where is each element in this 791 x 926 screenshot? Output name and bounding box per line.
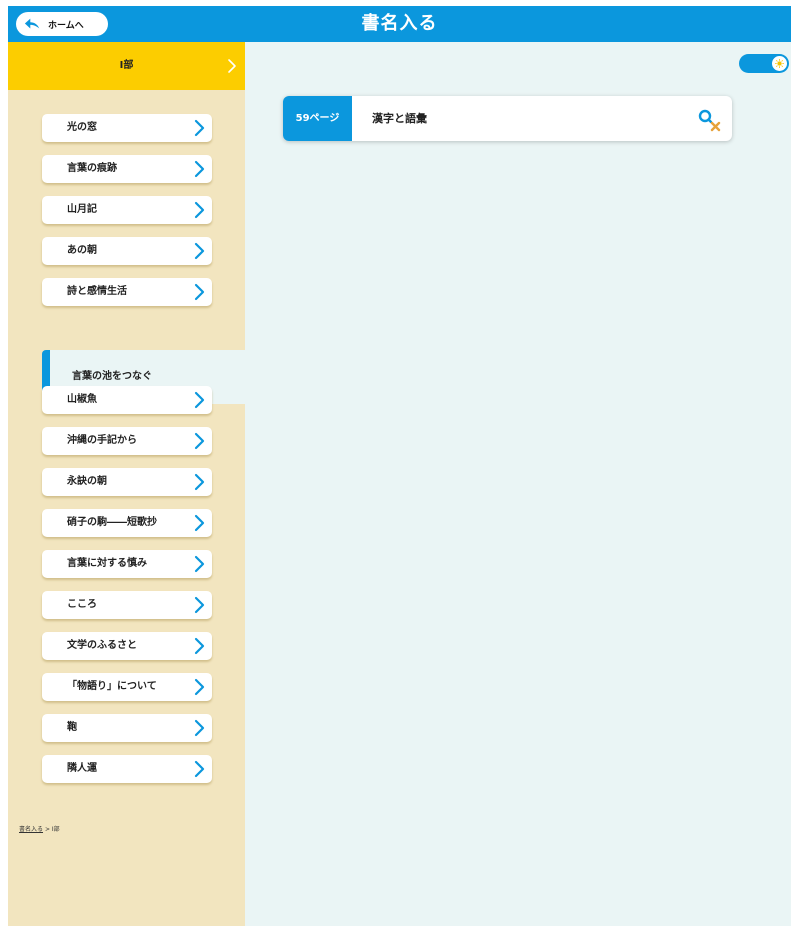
sidebar-item-kaban[interactable]: 鞄 <box>42 714 212 742</box>
search-x-icon[interactable] <box>696 107 722 133</box>
chevron-right-icon <box>194 719 205 737</box>
sidebar-item-label: 硝子の駒――短歌抄 <box>67 517 157 528</box>
sidebar-item-label: 光の窓 <box>67 122 97 133</box>
page-card-kanji-to-goi[interactable]: 59ページ 漢字と語彙 <box>283 96 732 141</box>
app-frame: ホームへ 書名入る Ⅰ部 光の窓 言葉の痕跡 山月記 あの朝 詩と感情生活 言葉… <box>8 6 791 926</box>
breadcrumb-separator: > <box>44 826 50 833</box>
sidebar-item-monogatari-ni-tsuite[interactable]: 「物語り」について <box>42 673 212 701</box>
chevron-right-icon <box>194 432 205 450</box>
part-label: Ⅰ部 <box>119 60 134 71</box>
chevron-right-icon <box>194 242 205 260</box>
chevron-right-icon <box>194 760 205 778</box>
page-title: 書名入る <box>361 13 438 34</box>
chevron-right-icon <box>194 119 205 137</box>
chevron-right-icon <box>228 59 236 73</box>
chevron-right-icon <box>194 283 205 301</box>
sidebar-item-label: こころ <box>67 599 97 610</box>
sidebar-item-label: 鞄 <box>67 722 77 733</box>
sidebar-item-label: 隣人運 <box>67 763 97 774</box>
chevron-right-icon <box>194 596 205 614</box>
sidebar-item-label: あの朝 <box>67 245 97 256</box>
page-number-badge: 59ページ <box>283 96 352 141</box>
breadcrumb-link-book[interactable]: 書名入る <box>19 826 43 833</box>
page-card-title: 漢字と語彙 <box>372 112 427 125</box>
sidebar-item-kokoro[interactable]: こころ <box>42 591 212 619</box>
sun-icon <box>775 59 784 68</box>
sidebar-item-ano-asa[interactable]: あの朝 <box>42 237 212 265</box>
sidebar-item-okinawa-no-shuki[interactable]: 沖縄の手記から <box>42 427 212 455</box>
sidebar-item-label: 永訣の朝 <box>67 476 107 487</box>
breadcrumb-current: Ⅰ部 <box>51 826 60 833</box>
sidebar: Ⅰ部 光の窓 言葉の痕跡 山月記 あの朝 詩と感情生活 言葉の池をつなぐ 山椒魚… <box>8 42 245 926</box>
chevron-right-icon <box>194 160 205 178</box>
sidebar-item-label: 言葉の痕跡 <box>67 163 117 174</box>
sidebar-item-rinjin-un[interactable]: 隣人運 <box>42 755 212 783</box>
sidebar-item-sangetsuki[interactable]: 山月記 <box>42 196 212 224</box>
sidebar-item-label: 山月記 <box>67 204 97 215</box>
sidebar-item-label: 「物語り」について <box>67 681 157 692</box>
chevron-right-icon <box>194 637 205 655</box>
sidebar-item-hikari-no-mado[interactable]: 光の窓 <box>42 114 212 142</box>
sidebar-item-sanshouo[interactable]: 山椒魚 <box>42 386 212 414</box>
chevron-right-icon <box>194 473 205 491</box>
theme-toggle[interactable] <box>739 54 789 73</box>
sidebar-item-bungaku-no-furusato[interactable]: 文学のふるさと <box>42 632 212 660</box>
sidebar-item-label: 詩と感情生活 <box>67 286 127 297</box>
sidebar-item-garasu-no-koma[interactable]: 硝子の駒――短歌抄 <box>42 509 212 537</box>
toggle-knob <box>772 56 787 71</box>
sidebar-item-label: 沖縄の手記から <box>67 435 137 446</box>
chevron-right-icon <box>194 391 205 409</box>
chevron-right-icon <box>194 514 205 532</box>
sidebar-item-label: 言葉に対する慎み <box>67 558 147 569</box>
sidebar-item-eiketsu-no-asa[interactable]: 永訣の朝 <box>42 468 212 496</box>
sidebar-item-kotoba-no-konseki[interactable]: 言葉の痕跡 <box>42 155 212 183</box>
sidebar-item-label: 文学のふるさと <box>67 640 137 651</box>
sidebar-item-kotoba-ni-taisuru-tsutsushimi[interactable]: 言葉に対する慎み <box>42 550 212 578</box>
part-selector[interactable]: Ⅰ部 <box>8 42 245 90</box>
chevron-right-icon <box>194 678 205 696</box>
top-bar: ホームへ 書名入る <box>8 6 791 42</box>
breadcrumb: 書名入る > Ⅰ部 <box>19 824 60 833</box>
sidebar-item-shi-to-kanjo-seikatsu[interactable]: 詩と感情生活 <box>42 278 212 306</box>
chevron-right-icon <box>194 555 205 573</box>
chevron-right-icon <box>194 201 205 219</box>
sidebar-item-label: 山椒魚 <box>67 394 97 405</box>
